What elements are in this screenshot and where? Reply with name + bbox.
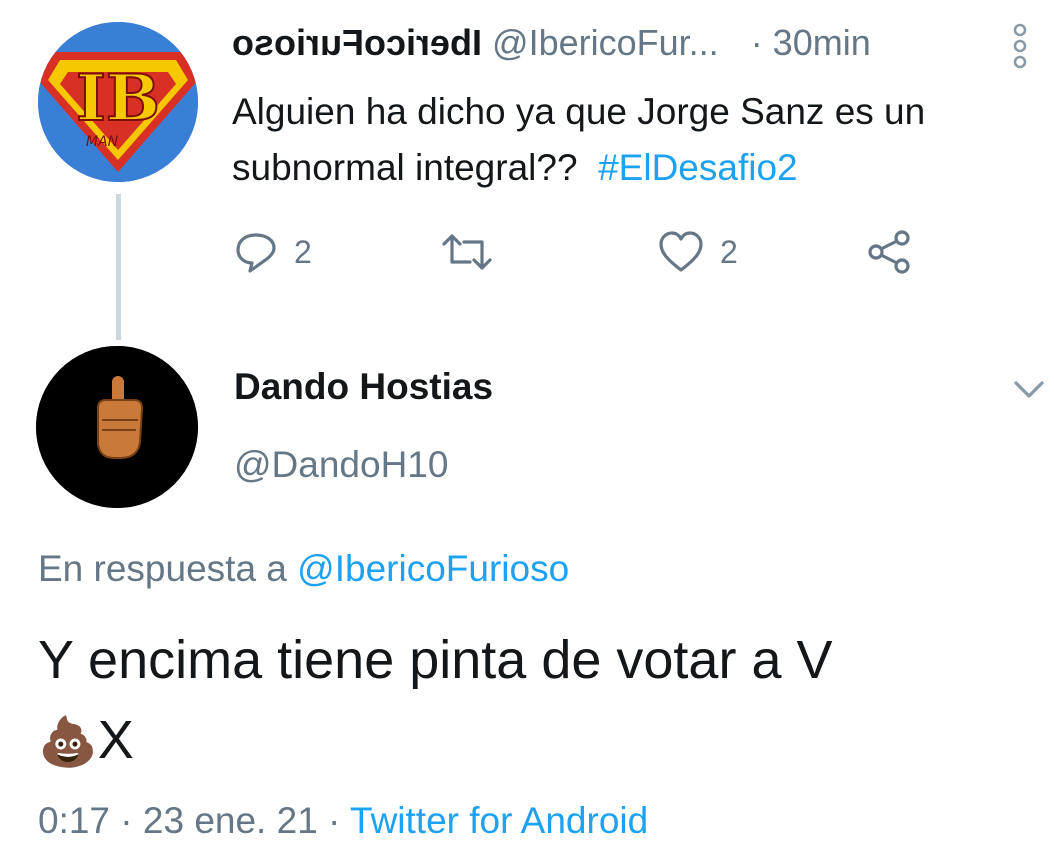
poop-emoji: 💩 <box>38 716 98 769</box>
share-icon <box>868 230 910 274</box>
tweet1-timestamp[interactable]: · 30min <box>751 22 871 63</box>
hashtag-link[interactable]: #ElDesafio2 <box>598 147 798 188</box>
tweet2-text-line1: Y encima tiene pinta de votar a V <box>38 630 833 690</box>
like-action[interactable]: 2 <box>658 222 738 282</box>
reply-to-link[interactable]: @IbericoFurioso <box>297 548 569 589</box>
tweet-source-link[interactable]: Twitter for Android <box>350 800 648 841</box>
heart-icon <box>659 231 703 272</box>
tweet-time-date: 0:17 · 23 ene. 21 · <box>38 800 341 841</box>
thread-connector-line <box>116 194 121 340</box>
chevron-down-icon[interactable] <box>1012 376 1046 402</box>
avatar-text: IB <box>76 61 160 136</box>
tweet2-text-line2: 💩X <box>38 710 134 770</box>
retweet-icon <box>442 234 492 270</box>
superman-logo-icon: IB MAN <box>38 22 198 182</box>
retweet-action[interactable] <box>440 222 510 282</box>
avatar-iberico[interactable]: IB MAN <box>38 22 198 182</box>
middle-finger-icon <box>36 346 198 508</box>
tweet1-header: IbericoFurioso @IbericoFur... · 30min <box>232 22 871 64</box>
reply-prefix: En respuesta a <box>38 548 287 589</box>
reply-action[interactable]: 2 <box>234 222 312 282</box>
reply-count: 2 <box>294 233 312 270</box>
like-count: 2 <box>720 233 738 270</box>
tweet1-handle[interactable]: @IbericoFur... <box>492 22 719 63</box>
share-action[interactable] <box>866 222 914 282</box>
tweet1-display-name[interactable]: IbericoFurioso <box>232 22 482 64</box>
tweet1-text: Alguien ha dicho ya que Jorge Sanz es un… <box>232 91 926 188</box>
reply-icon <box>236 233 276 273</box>
reply-context: En respuesta a @IbericoFurioso <box>38 548 569 590</box>
avatar-subtext: MAN <box>86 134 119 150</box>
tweet2-footer: 0:17 · 23 ene. 21 · Twitter for Android <box>38 800 648 842</box>
tweet2-display-name[interactable]: Dando Hostias <box>234 366 493 408</box>
avatar-dando-hostias[interactable] <box>36 346 198 508</box>
tweet2-handle[interactable]: @DandoH10 <box>234 444 448 486</box>
tweet2-text: Y encima tiene pinta de votar a V 💩X <box>38 620 1038 783</box>
more-options-icon[interactable] <box>1010 22 1030 70</box>
